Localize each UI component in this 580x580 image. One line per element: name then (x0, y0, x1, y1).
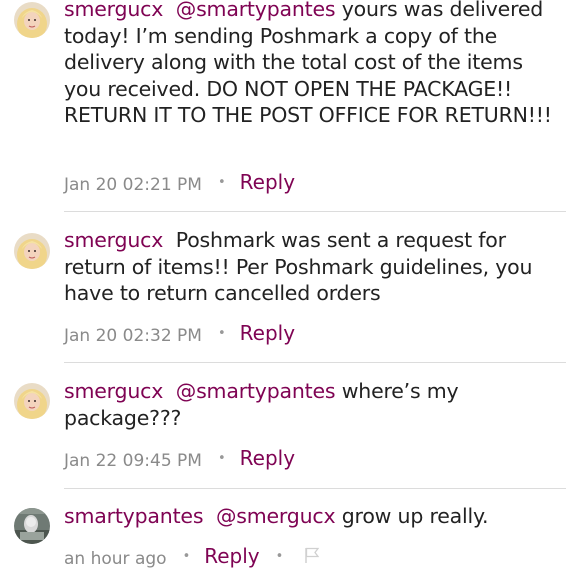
comment-username[interactable]: smergucx (64, 379, 163, 403)
separator-dot: • (182, 548, 191, 564)
comment-meta: Jan 22 09:45 PM • Reply (64, 446, 295, 473)
comment-text: grow up really. (335, 504, 489, 528)
comment-timestamp: Jan 22 09:45 PM (64, 451, 202, 471)
separator-dot: • (217, 174, 226, 190)
avatar[interactable] (14, 233, 50, 269)
comment-meta: an hour ago • Reply • (64, 544, 321, 571)
avatar[interactable] (14, 2, 50, 38)
flag-icon[interactable] (303, 546, 321, 569)
comment-body: smergucx @smartypantes where’s my packag… (64, 378, 564, 431)
reply-link[interactable]: Reply (240, 446, 295, 470)
comment-mention[interactable]: @smartypantes (176, 0, 336, 21)
reply-link[interactable]: Reply (204, 544, 259, 568)
comment-meta: Jan 20 02:32 PM • Reply (64, 321, 295, 348)
comment-body: smergucx @smartypantes yours was deliver… (64, 0, 564, 129)
comment-body: smartypantes @smergucx grow up really. (64, 503, 564, 530)
separator-dot: • (217, 450, 226, 466)
comment-mention[interactable]: @smergucx (216, 504, 336, 528)
comment-meta: Jan 20 02:21 PM • Reply (64, 170, 295, 197)
comment-mention[interactable]: @smartypantes (176, 379, 336, 403)
comment-username[interactable]: smartypantes (64, 504, 204, 528)
comment-timestamp: Jan 20 02:21 PM (64, 175, 202, 195)
comment-timestamp: an hour ago (64, 549, 167, 569)
comment-body: smergucx Poshmark was sent a request for… (64, 227, 564, 307)
separator-dot: • (275, 548, 284, 564)
comment-username[interactable]: smergucx (64, 0, 163, 21)
divider (64, 362, 566, 363)
avatar[interactable] (14, 383, 50, 419)
avatar[interactable] (14, 508, 50, 544)
reply-link[interactable]: Reply (240, 170, 295, 194)
comment-timestamp: Jan 20 02:32 PM (64, 326, 202, 346)
comment-username[interactable]: smergucx (64, 228, 163, 252)
separator-dot: • (217, 325, 226, 341)
divider (64, 211, 566, 212)
reply-link[interactable]: Reply (240, 321, 295, 345)
comments-thread: smergucx @smartypantes yours was deliver… (0, 0, 580, 580)
divider (64, 488, 566, 489)
